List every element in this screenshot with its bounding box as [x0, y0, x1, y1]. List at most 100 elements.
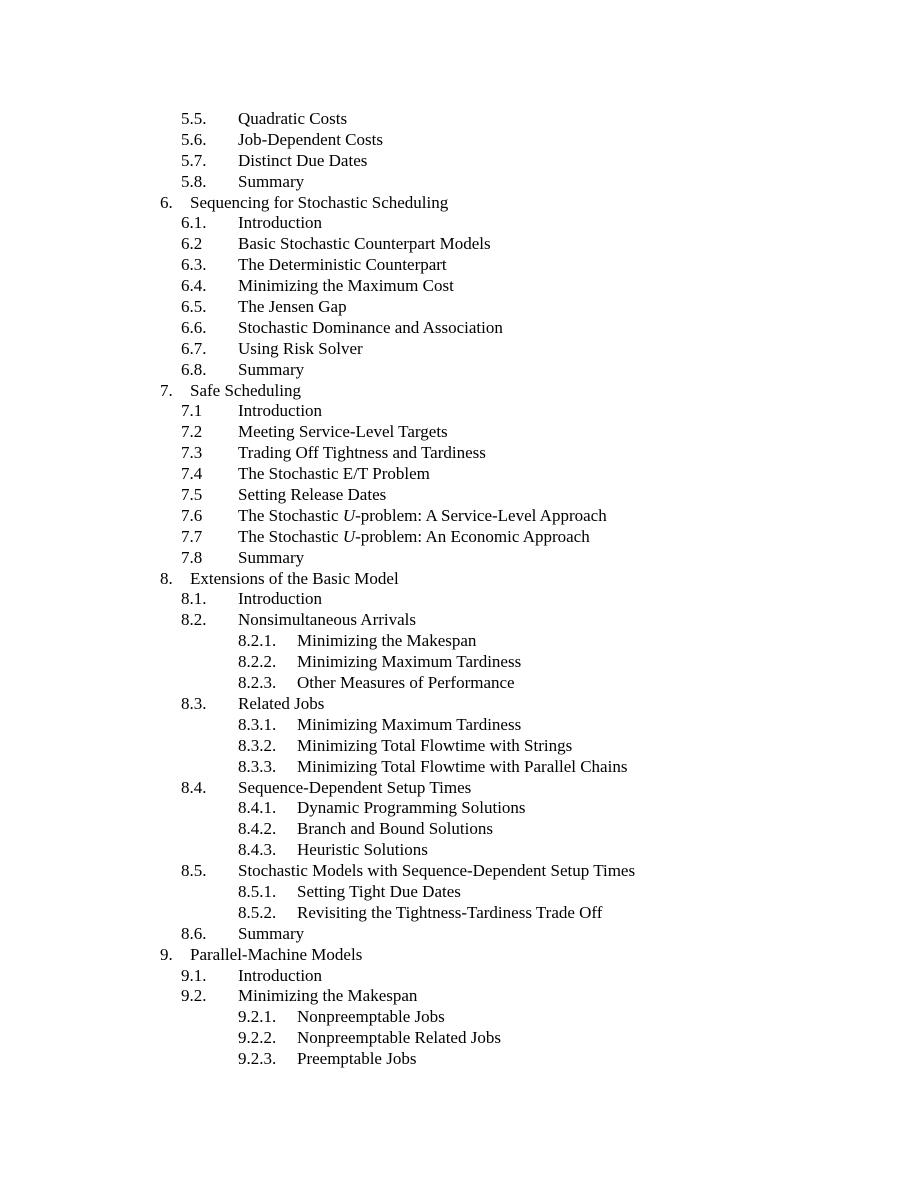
- toc-entry[interactable]: 8.2.2. Minimizing Maximum Tardiness: [0, 652, 920, 673]
- toc-entry-title: Minimizing Total Flowtime with Strings: [297, 735, 573, 755]
- toc-entry-title: Introduction: [238, 213, 323, 233]
- toc-entry-number: 6.8.: [181, 359, 207, 379]
- toc-entry[interactable]: 7. Safe Scheduling: [0, 381, 920, 402]
- toc-entry[interactable]: 8.4.3. Heuristic Solutions: [0, 840, 920, 861]
- toc-entry-number: 9.2.2.: [238, 1028, 277, 1048]
- toc-entry[interactable]: 7.6 The Stochastic U-problem: A Service-L…: [0, 506, 920, 527]
- toc-entry[interactable]: 9.2.2. Nonpreemptable Related Jobs: [0, 1028, 920, 1049]
- toc-entry-title: The Deterministic Counterpart: [238, 255, 447, 275]
- toc-entry-number: 8.1.: [181, 589, 207, 609]
- toc-entry[interactable]: 7.3 Trading Off Tightness and Tardiness: [0, 443, 920, 464]
- toc-title-math-symbol: U: [342, 526, 356, 546]
- toc-entry-title: The Stochastic U-problem: An Economic Ap…: [238, 526, 590, 546]
- toc-entry[interactable]: 7.5 Setting Release Dates: [0, 485, 920, 506]
- toc-entry[interactable]: 8.6. Summary: [0, 924, 920, 945]
- toc-entry-title: Heuristic Solutions: [297, 840, 428, 860]
- toc-entry[interactable]: 7.2 Meeting Service-Level Targets: [0, 422, 920, 443]
- toc-entry-number: 5.8.: [181, 171, 207, 191]
- toc-entry-number: 9.2.1.: [238, 1007, 277, 1027]
- toc-entry-title: Job-Dependent Costs: [238, 129, 383, 149]
- toc-entry[interactable]: 8.2.1. Minimizing the Makespan: [0, 631, 920, 652]
- toc-entry[interactable]: 6.6. Stochastic Dominance and Association: [0, 318, 920, 339]
- toc-entry[interactable]: 8.5.1. Setting Tight Due Dates: [0, 882, 920, 903]
- toc-entry-number: 7.4: [181, 464, 203, 484]
- toc-entry-title: Summary: [238, 359, 305, 379]
- toc-entry[interactable]: 5.7. Distinct Due Dates: [0, 151, 920, 172]
- toc-entry-title: Basic Stochastic Counterpart Models: [238, 234, 491, 254]
- toc-entry-number: 8.4.1.: [238, 798, 277, 818]
- toc-entry-title: Minimizing Total Flowtime with Parallel …: [297, 756, 628, 776]
- toc-entry[interactable]: 6.5. The Jensen Gap: [0, 297, 920, 318]
- toc-entry[interactable]: 6. Sequencing for Stochastic Scheduling: [0, 193, 920, 214]
- toc-entry[interactable]: 5.6. Job-Dependent Costs: [0, 130, 920, 151]
- toc-entry-title: Minimizing the Maximum Cost: [238, 276, 454, 296]
- toc-entry-title: Other Measures of Performance: [297, 673, 515, 693]
- toc-entry[interactable]: 8.5.2. Revisiting the Tightness-Tardiness…: [0, 903, 920, 924]
- toc-entry[interactable]: 8.5. Stochastic Models with Sequence-Depe…: [0, 861, 920, 882]
- toc-entry-number: 9.1.: [181, 965, 207, 985]
- toc-entry-title: Dynamic Programming Solutions: [297, 798, 526, 818]
- toc-entry-number: 8.2.3.: [238, 673, 277, 693]
- toc-entry[interactable]: 7.1 Introduction: [0, 401, 920, 422]
- toc-entry-number: 6.7.: [181, 338, 207, 358]
- toc-entry[interactable]: 8.2. Nonsimultaneous Arrivals: [0, 610, 920, 631]
- toc-entry-number: 7.3: [181, 443, 203, 463]
- toc-entry[interactable]: 9.2. Minimizing the Makespan: [0, 986, 920, 1007]
- toc-entry[interactable]: 8. Extensions of the Basic Model: [0, 569, 920, 590]
- toc-entry[interactable]: 8.3.1. Minimizing Maximum Tardiness: [0, 715, 920, 736]
- toc-entry[interactable]: 8.1. Introduction: [0, 589, 920, 610]
- toc-entry-number: 7.8: [181, 547, 203, 567]
- toc-entry[interactable]: 6.7. Using Risk Solver: [0, 339, 920, 360]
- toc-entry[interactable]: 9.2.1. Nonpreemptable Jobs: [0, 1007, 920, 1028]
- toc-entry[interactable]: 8.3.2. Minimizing Total Flowtime with Str…: [0, 736, 920, 757]
- toc-entry[interactable]: 7.7 The Stochastic U-problem: An Economic…: [0, 527, 920, 548]
- toc-entry[interactable]: 9. Parallel-Machine Models: [0, 945, 920, 966]
- toc-entry-title: Using Risk Solver: [238, 338, 363, 358]
- toc-entry[interactable]: 5.5. Quadratic Costs: [0, 109, 920, 130]
- toc-entry-number: 8.5.: [181, 861, 207, 881]
- toc-entry[interactable]: 8.4. Sequence-Dependent Setup Times: [0, 778, 920, 799]
- toc-entry-title: Quadratic Costs: [238, 109, 348, 128]
- toc-entry[interactable]: 6.8. Summary: [0, 360, 920, 381]
- toc-entry-title: Revisiting the Tightness-Tardiness Trade…: [297, 902, 603, 922]
- toc-entry-number: 6.2: [181, 234, 203, 254]
- toc-entry[interactable]: 6.3. The Deterministic Counterpart: [0, 255, 920, 276]
- toc-entry-number: 6.1.: [181, 213, 207, 233]
- toc-entry[interactable]: 8.3. Related Jobs: [0, 694, 920, 715]
- toc-entry-title: Nonpreemptable Jobs: [297, 1007, 445, 1027]
- toc-entry-number: 8.: [160, 568, 173, 588]
- toc-entry-title: The Stochastic E/T Problem: [238, 464, 430, 484]
- toc-entry[interactable]: 8.2.3. Other Measures of Performance: [0, 673, 920, 694]
- toc-entry-title: Stochastic Dominance and Association: [238, 317, 503, 337]
- toc-entry-title: Preemptable Jobs: [297, 1049, 417, 1069]
- toc-entry-title: Meeting Service-Level Targets: [238, 422, 448, 442]
- toc-entry-number: 7.6: [181, 505, 203, 525]
- toc-entry-number: 8.2.2.: [238, 652, 277, 672]
- toc-entry-number: 9.2.: [181, 986, 207, 1006]
- toc-entry[interactable]: 8.4.1. Dynamic Programming Solutions: [0, 798, 920, 819]
- toc-entry[interactable]: 6.2 Basic Stochastic Counterpart Models: [0, 234, 920, 255]
- toc-entry-number: 6.6.: [181, 317, 207, 337]
- toc-entry-title: Summary: [238, 547, 305, 567]
- toc-entry-title: Introduction: [238, 965, 323, 985]
- toc-entry[interactable]: 7.4 The Stochastic E/T Problem: [0, 464, 920, 485]
- toc-entry-title: Minimizing the Makespan: [297, 631, 477, 651]
- toc-entry-number: 7.2: [181, 422, 203, 442]
- toc-entry-number: 8.3.: [181, 693, 207, 713]
- toc-entry[interactable]: 5.8. Summary: [0, 172, 920, 193]
- toc-entry-number: 6.3.: [181, 255, 207, 275]
- toc-entry[interactable]: 6.4. Minimizing the Maximum Cost: [0, 276, 920, 297]
- toc-entry-number: 8.3.1.: [238, 714, 277, 734]
- toc-entry-number: 8.4.: [181, 777, 207, 797]
- toc-entry-title: Extensions of the Basic Model: [190, 568, 399, 588]
- toc-entry-number: 8.5.2.: [238, 902, 277, 922]
- toc-entry[interactable]: 8.3.3. Minimizing Total Flowtime with Par…: [0, 757, 920, 778]
- toc-entry-number: 8.4.3.: [238, 840, 277, 860]
- toc-entry-title: Summary: [238, 923, 305, 943]
- toc-entry[interactable]: 9.1. Introduction: [0, 966, 920, 987]
- toc-entry[interactable]: 6.1. Introduction: [0, 213, 920, 234]
- toc-entry[interactable]: 8.4.2. Branch and Bound Solutions: [0, 819, 920, 840]
- toc-entry-number: 7.7: [181, 526, 203, 546]
- toc-entry[interactable]: 9.2.3. Preemptable Jobs: [0, 1049, 920, 1070]
- toc-entry[interactable]: 7.8 Summary: [0, 548, 920, 569]
